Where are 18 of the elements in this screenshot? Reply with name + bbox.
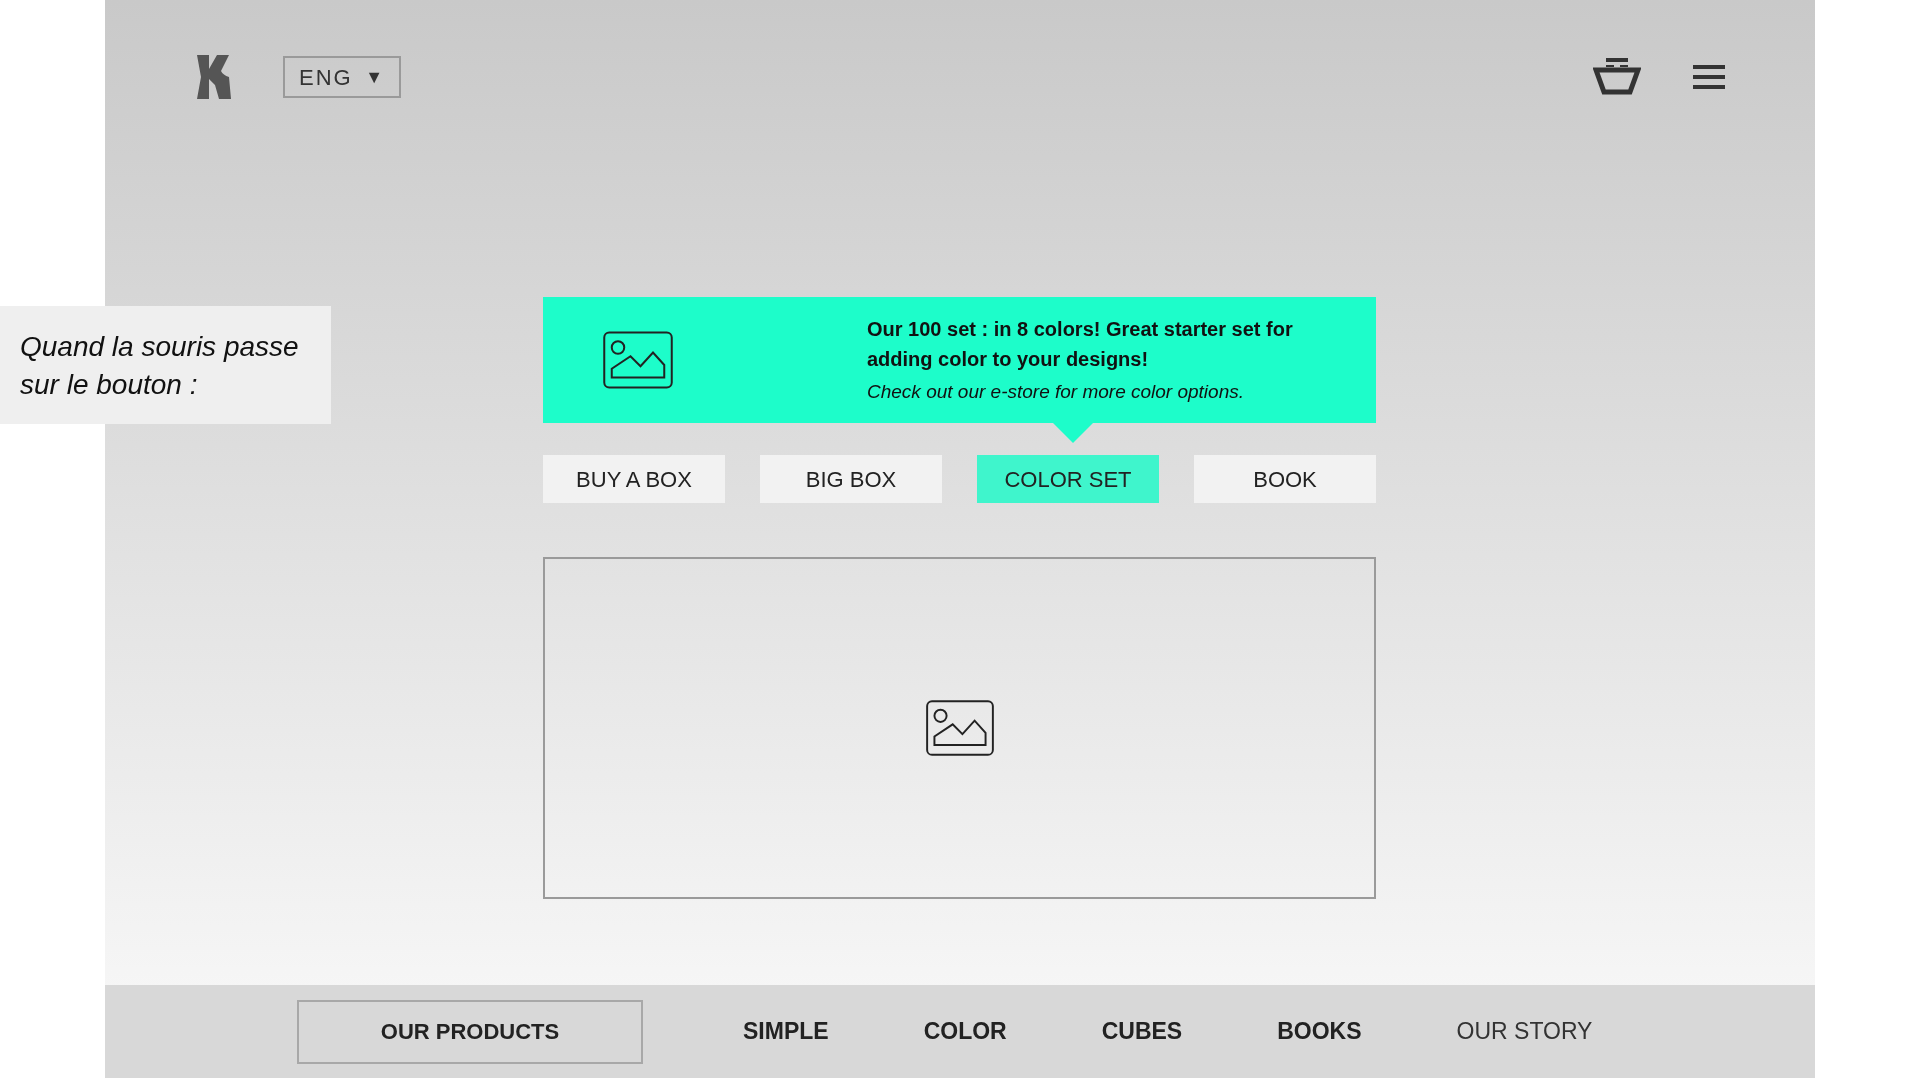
product-tab[interactable]: COLOR SET <box>977 455 1159 503</box>
product-tab[interactable]: BUY A BOX <box>543 455 725 503</box>
footer-nav-link[interactable]: BOOKS <box>1277 1014 1362 1049</box>
footer-nav-link[interactable]: COLOR <box>923 1014 1007 1049</box>
menu-icon[interactable] <box>1693 63 1725 91</box>
banner-headline: Our 100 set : in 8 colors! Great starter set for adding color to your designs! <box>867 316 1294 372</box>
banner-subline: Check out our e-store for more color options. <box>867 379 1245 404</box>
footer-nav-link[interactable]: CUBES <box>1101 1014 1183 1049</box>
basket-icon[interactable] <box>1593 58 1641 96</box>
footer-nav-link[interactable]: OUR STORY <box>1456 1014 1593 1049</box>
footer-nav-link[interactable]: SIMPLE <box>743 1014 829 1049</box>
image-icon <box>924 700 995 756</box>
product-tab[interactable]: BOOK <box>1194 455 1376 503</box>
logo-icon <box>195 55 233 99</box>
product-tab[interactable]: BIG BOX <box>760 455 942 503</box>
annotation-note: Quand la souris passe sur le bouton : <box>0 306 331 424</box>
language-dropdown[interactable]: ENG ▼ <box>283 56 401 98</box>
image-icon <box>603 331 673 389</box>
